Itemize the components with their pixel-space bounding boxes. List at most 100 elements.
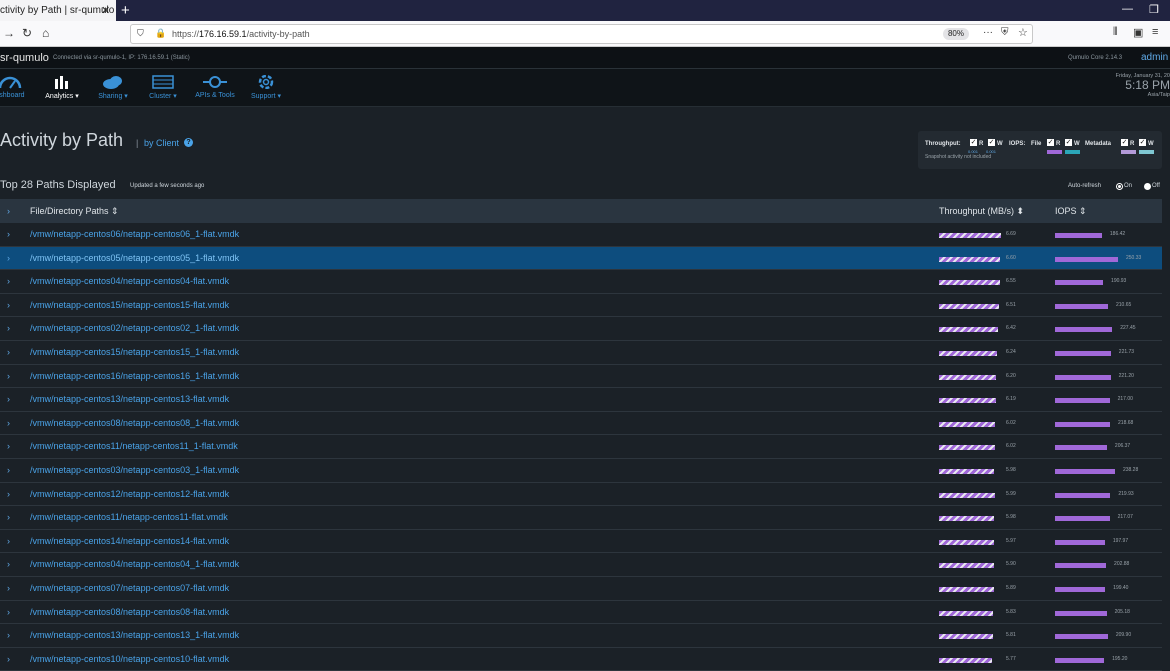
- iops-file-read-checkbox[interactable]: ✓: [1047, 139, 1054, 146]
- table-row[interactable]: › /vmw/netapp-centos04/netapp-centos04_1-…: [0, 553, 1162, 577]
- iops-meta-write-checkbox[interactable]: ✓: [1139, 139, 1146, 146]
- throughput-write-checkbox[interactable]: ✓: [988, 139, 995, 146]
- page-title: Activity by Path: [0, 130, 124, 150]
- zoom-level[interactable]: 80%: [943, 28, 969, 40]
- minimize-icon[interactable]: —: [1122, 3, 1133, 15]
- path-link[interactable]: /vmw/netapp-centos04/netapp-centos04_1-f…: [30, 559, 239, 569]
- menu-support[interactable]: Support ▾: [245, 69, 287, 107]
- expand-row-icon[interactable]: ›: [7, 465, 10, 475]
- table-row[interactable]: › /vmw/netapp-centos15/netapp-centos15-fl…: [0, 294, 1162, 318]
- iops-bar: [1055, 516, 1110, 522]
- lock-warning-icon[interactable]: 🔒: [155, 28, 166, 39]
- path-link[interactable]: /vmw/netapp-centos11/netapp-centos11-fla…: [30, 512, 228, 522]
- path-link[interactable]: /vmw/netapp-centos05/netapp-centos05_1-f…: [30, 253, 239, 263]
- expand-row-icon[interactable]: ›: [7, 229, 10, 239]
- table-row[interactable]: › /vmw/netapp-centos11/netapp-centos11-fl…: [0, 506, 1162, 530]
- path-link[interactable]: /vmw/netapp-centos06/netapp-centos06_1-f…: [30, 229, 239, 239]
- table-row[interactable]: › /vmw/netapp-centos07/netapp-centos07-fl…: [0, 577, 1162, 601]
- path-link[interactable]: /vmw/netapp-centos08/netapp-centos08_1-f…: [30, 418, 239, 428]
- path-link[interactable]: /vmw/netapp-centos08/netapp-centos08-fla…: [30, 607, 229, 617]
- table-row[interactable]: › /vmw/netapp-centos03/netapp-centos03_1-…: [0, 459, 1162, 483]
- by-client-link[interactable]: by Client: [144, 138, 179, 148]
- expand-row-icon[interactable]: ›: [7, 323, 10, 333]
- close-icon[interactable]: ✕: [101, 4, 110, 17]
- path-link[interactable]: /vmw/netapp-centos12/netapp-centos12-fla…: [30, 489, 229, 499]
- menu-sharing[interactable]: Sharing ▾: [93, 69, 133, 107]
- pocket-icon[interactable]: ⛨: [1001, 27, 1009, 38]
- expand-row-icon[interactable]: ›: [7, 300, 10, 310]
- path-link[interactable]: /vmw/netapp-centos14/netapp-centos14-fla…: [30, 536, 229, 546]
- iops-file-write-checkbox[interactable]: ✓: [1065, 139, 1072, 146]
- path-link[interactable]: /vmw/netapp-centos15/netapp-centos15_1-f…: [30, 347, 239, 357]
- table-row[interactable]: › /vmw/netapp-centos13/netapp-centos13_1-…: [0, 624, 1162, 648]
- expand-row-icon[interactable]: ›: [7, 630, 10, 640]
- expand-row-icon[interactable]: ›: [7, 347, 10, 357]
- path-link[interactable]: /vmw/netapp-centos07/netapp-centos07-fla…: [30, 583, 229, 593]
- expand-row-icon[interactable]: ›: [7, 512, 10, 522]
- table-row[interactable]: › /vmw/netapp-centos11/netapp-centos11_1-…: [0, 435, 1162, 459]
- menu-icon[interactable]: ≡: [1152, 26, 1158, 38]
- table-row[interactable]: › /vmw/netapp-centos06/netapp-centos06_1-…: [0, 223, 1162, 247]
- iops-bar: [1055, 233, 1102, 238]
- expand-all-icon[interactable]: ›: [7, 206, 10, 216]
- expand-row-icon[interactable]: ›: [7, 489, 10, 499]
- expand-row-icon[interactable]: ›: [7, 418, 10, 428]
- column-header-iops[interactable]: IOPS ⇕: [1055, 206, 1087, 217]
- auto-refresh-off-radio[interactable]: [1144, 183, 1151, 190]
- expand-row-icon[interactable]: ›: [7, 371, 10, 381]
- menu-apis-tools[interactable]: APIs & Tools: [190, 69, 240, 107]
- more-icon[interactable]: ···: [983, 27, 993, 38]
- forward-icon[interactable]: →: [3, 26, 15, 40]
- column-header-throughput[interactable]: Throughput (MB/s) ⬍: [939, 206, 1024, 217]
- expand-row-icon[interactable]: ›: [7, 253, 10, 263]
- help-icon[interactable]: ?: [184, 138, 193, 147]
- table-row[interactable]: › /vmw/netapp-centos10/netapp-centos10-fl…: [0, 648, 1162, 671]
- cluster-icon: [152, 75, 174, 89]
- expand-row-icon[interactable]: ›: [7, 583, 10, 593]
- path-link[interactable]: /vmw/netapp-centos04/netapp-centos04-fla…: [30, 276, 229, 286]
- menu-dashboard[interactable]: ashboard: [0, 69, 30, 107]
- table-row[interactable]: › /vmw/netapp-centos08/netapp-centos08_1-…: [0, 412, 1162, 436]
- table-row[interactable]: › /vmw/netapp-centos16/netapp-centos16_1-…: [0, 365, 1162, 389]
- browser-tab[interactable]: ctivity by Path | sr-qumulo ✕: [0, 0, 116, 21]
- throughput-read-checkbox[interactable]: ✓: [970, 139, 977, 146]
- expand-row-icon[interactable]: ›: [7, 559, 10, 569]
- expand-row-icon[interactable]: ›: [7, 394, 10, 404]
- column-header-path[interactable]: File/Directory Paths ⇕: [30, 206, 119, 217]
- table-row[interactable]: › /vmw/netapp-centos12/netapp-centos12-fl…: [0, 483, 1162, 507]
- path-link[interactable]: /vmw/netapp-centos15/netapp-centos15-fla…: [30, 300, 229, 310]
- table-row[interactable]: › /vmw/netapp-centos08/netapp-centos08-fl…: [0, 601, 1162, 625]
- shield-icon[interactable]: ⛉: [137, 28, 144, 39]
- table-row[interactable]: › /vmw/netapp-centos15/netapp-centos15_1-…: [0, 341, 1162, 365]
- menu-analytics[interactable]: Analytics ▾: [42, 69, 82, 107]
- library-icon[interactable]: ⫴: [1113, 26, 1118, 39]
- table-row[interactable]: › /vmw/netapp-centos14/netapp-centos14-fl…: [0, 530, 1162, 554]
- path-link[interactable]: /vmw/netapp-centos02/netapp-centos02_1-f…: [30, 323, 239, 333]
- menu-cluster[interactable]: Cluster ▾: [143, 69, 183, 107]
- address-bar[interactable]: ⛉ 🔒 https://176.16.59.1/activity-by-path…: [130, 24, 1033, 44]
- expand-row-icon[interactable]: ›: [7, 441, 10, 451]
- path-link[interactable]: /vmw/netapp-centos13/netapp-centos13-fla…: [30, 394, 229, 404]
- expand-row-icon[interactable]: ›: [7, 276, 10, 286]
- table-row[interactable]: › /vmw/netapp-centos02/netapp-centos02_1-…: [0, 317, 1162, 341]
- user-menu[interactable]: admin: [1141, 52, 1168, 63]
- path-link[interactable]: /vmw/netapp-centos13/netapp-centos13_1-f…: [30, 630, 239, 640]
- path-link[interactable]: /vmw/netapp-centos03/netapp-centos03_1-f…: [30, 465, 239, 475]
- path-link[interactable]: /vmw/netapp-centos16/netapp-centos16_1-f…: [30, 371, 239, 381]
- table-row[interactable]: › /vmw/netapp-centos13/netapp-centos13-fl…: [0, 388, 1162, 412]
- expand-row-icon[interactable]: ›: [7, 654, 10, 664]
- home-icon[interactable]: ⌂: [42, 26, 49, 40]
- restore-icon[interactable]: ❐: [1149, 3, 1159, 16]
- auto-refresh-on-radio[interactable]: [1116, 183, 1123, 190]
- bookmark-star-icon[interactable]: ☆: [1018, 26, 1028, 39]
- table-row[interactable]: › /vmw/netapp-centos04/netapp-centos04-fl…: [0, 270, 1162, 294]
- expand-row-icon[interactable]: ›: [7, 607, 10, 617]
- sidebar-icon[interactable]: ▣: [1133, 26, 1143, 39]
- new-tab-icon[interactable]: +: [121, 2, 130, 19]
- iops-meta-read-checkbox[interactable]: ✓: [1121, 139, 1128, 146]
- table-row[interactable]: › /vmw/netapp-centos05/netapp-centos05_1-…: [0, 246, 1162, 271]
- path-link[interactable]: /vmw/netapp-centos10/netapp-centos10-fla…: [30, 654, 229, 664]
- expand-row-icon[interactable]: ›: [7, 536, 10, 546]
- path-link[interactable]: /vmw/netapp-centos11/netapp-centos11_1-f…: [30, 441, 238, 451]
- reload-icon[interactable]: ↻: [22, 26, 32, 40]
